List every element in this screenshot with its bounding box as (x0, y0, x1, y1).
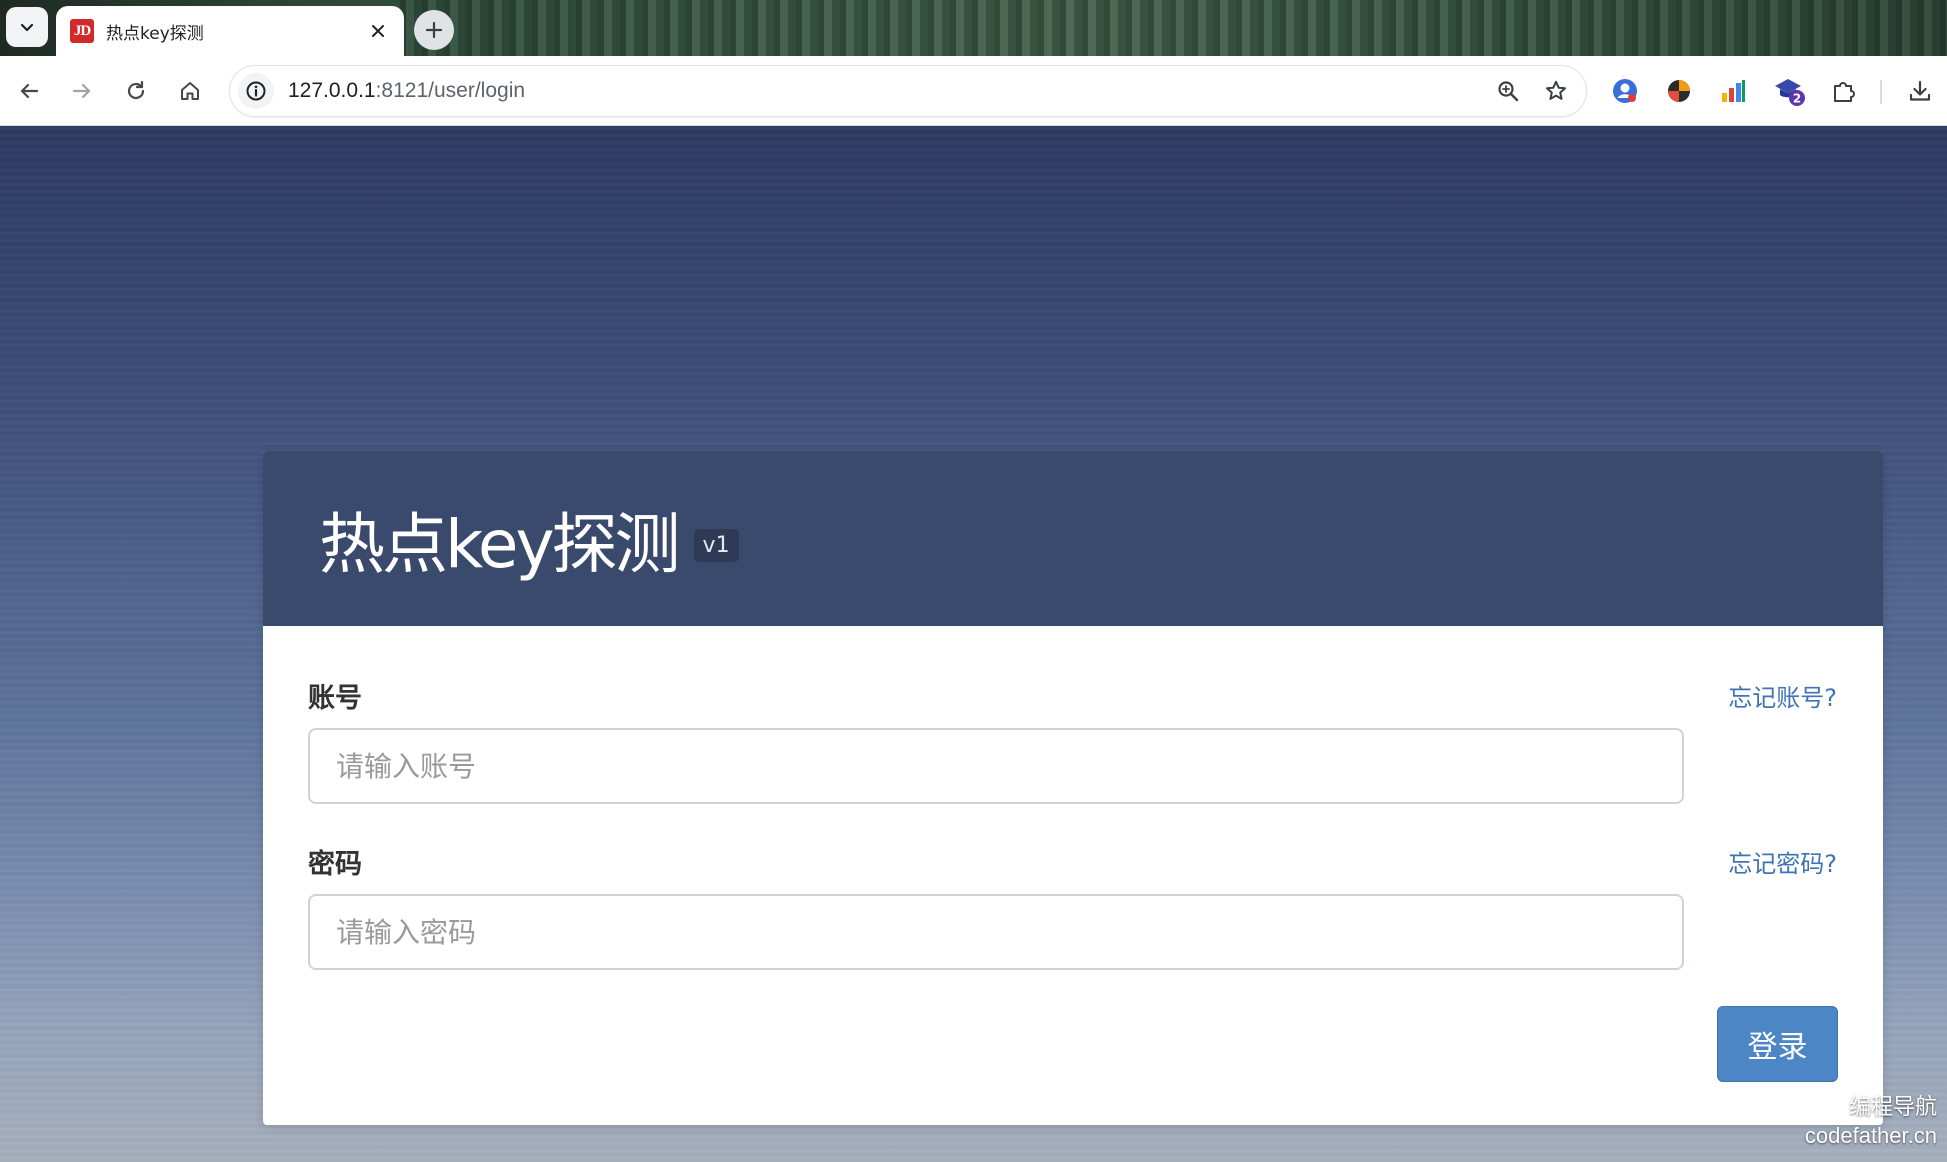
graduation-cap-extension-icon: 2 (1775, 79, 1805, 106)
toolbar-separator (1880, 80, 1882, 104)
tab-title: 热点key探测 (106, 23, 204, 44)
password-label: 密码 (308, 849, 362, 880)
star-icon (1546, 80, 1566, 100)
forward-button[interactable] (64, 73, 100, 109)
puzzle-icon (1834, 82, 1855, 102)
account-extension-icon (1613, 79, 1637, 103)
extension-account-button[interactable] (1607, 73, 1643, 109)
zoom-button[interactable] (1490, 73, 1526, 109)
extension-badge-count: 2 (1793, 92, 1801, 106)
address-bar[interactable]: 127.0.0.1:8121/user/login (230, 66, 1586, 116)
login-panel-header: 热点key探测 v1 (263, 451, 1883, 626)
account-input[interactable] (308, 728, 1684, 804)
browser-tab-active[interactable]: JD 热点key探测 (56, 6, 404, 56)
back-button[interactable] (11, 73, 47, 109)
forgot-password-link[interactable]: 忘记密码? (1728, 844, 1837, 879)
page-viewport: 热点key探测 v1 账号 忘记账号? 密码 忘记密码? 登录 编程导航 cod… (0, 127, 1947, 1162)
extensions-menu-button[interactable] (1826, 73, 1862, 109)
tabstrip-background (400, 0, 1947, 56)
site-info-button[interactable] (238, 73, 274, 109)
extension-chart-button[interactable] (1715, 73, 1751, 109)
url-path: :8121/user/login (375, 79, 526, 102)
close-icon (372, 25, 384, 37)
plus-icon (425, 21, 443, 39)
url-host: 127.0.0.1 (288, 79, 376, 102)
info-icon (246, 81, 266, 101)
bookmark-button[interactable] (1538, 73, 1574, 109)
reload-icon (127, 80, 145, 100)
home-icon (181, 82, 199, 100)
arrow-left-icon (20, 83, 39, 99)
account-label: 账号 (308, 683, 362, 714)
password-input[interactable] (308, 894, 1684, 970)
watermark-line-1: 编程导航 (1848, 1094, 1937, 1119)
downloads-button[interactable] (1902, 73, 1938, 109)
page-title: 热点key探测 (319, 505, 681, 583)
login-panel: 热点key探测 v1 账号 忘记账号? 密码 忘记密码? 登录 (263, 451, 1883, 1125)
jd-favicon-icon: JD (70, 19, 94, 43)
tab-close-button[interactable] (366, 19, 390, 43)
swirl-extension-icon (1668, 80, 1690, 102)
home-button[interactable] (172, 73, 208, 109)
forgot-account-link[interactable]: 忘记账号? (1728, 678, 1837, 713)
bar-chart-extension-icon (1722, 80, 1745, 102)
new-tab-button[interactable] (414, 10, 454, 50)
watermark: 编程导航 codefather.cn (1805, 1092, 1937, 1150)
watermark-line-2: codefather.cn (1804, 1123, 1937, 1148)
arrow-right-icon (72, 83, 91, 99)
url-text[interactable]: 127.0.0.1:8121/user/login (288, 79, 1490, 103)
version-badge: v1 (693, 529, 739, 562)
chevron-down-icon (20, 23, 34, 32)
zoom-icon (1498, 81, 1519, 102)
tab-search-button[interactable] (6, 7, 48, 47)
browser-tab-strip: JD 热点key探测 (0, 0, 1947, 56)
extension-badge-button[interactable]: 2 (1772, 73, 1808, 109)
download-icon (1909, 80, 1931, 101)
login-button[interactable]: 登录 (1717, 1006, 1838, 1082)
login-form: 账号 忘记账号? 密码 忘记密码? 登录 (263, 626, 1883, 1125)
extension-swirl-button[interactable] (1661, 73, 1697, 109)
reload-button[interactable] (118, 73, 154, 109)
browser-toolbar: 127.0.0.1:8121/user/login 2 (0, 56, 1947, 126)
